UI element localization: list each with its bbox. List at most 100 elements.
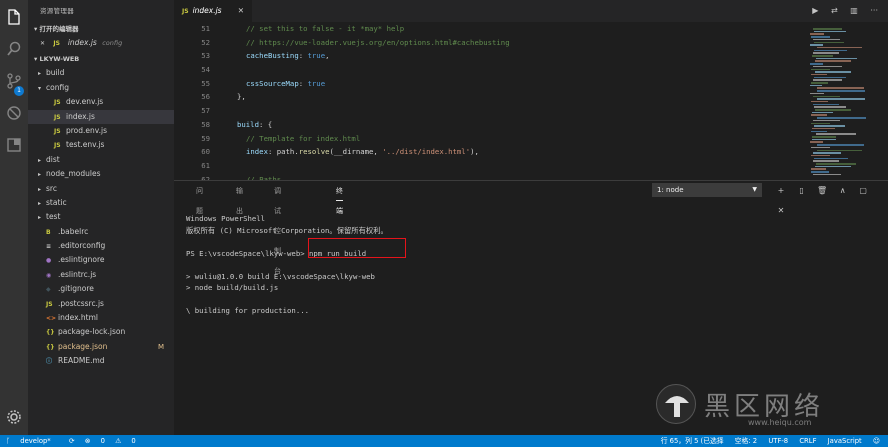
file-name: .babelrc [58,226,89,236]
minimap-line [813,52,839,54]
explorer-icon[interactable] [5,8,23,26]
restore-panel-icon[interactable]: ▢ [854,181,872,201]
minimap-line [816,133,856,135]
cursor-position[interactable]: 行 65，列 5 (已选择 [661,437,724,445]
minimap-line [811,154,830,157]
open-editors-header[interactable]: ▾ 打开的编辑器 [28,22,174,36]
code-token: }, [237,92,246,102]
code-token: index [246,147,268,157]
js-file-icon: JS [54,127,61,135]
code-content[interactable]: // set this to false - it *may* help // h… [228,22,510,180]
file-tree-item[interactable]: JS test.env.js [28,138,174,152]
minimap-line [814,76,846,79]
open-editor-item[interactable]: ✕ JS index.js config [28,36,174,50]
minimap-line [815,165,851,168]
minimap-line [817,117,866,119]
js-file-icon: JS [54,99,61,107]
feedback-icon[interactable]: ☺ [873,437,880,445]
file-tree-item[interactable]: ▸ test [28,210,174,224]
line-number: 57 [201,106,210,116]
extensions-icon[interactable] [5,136,23,154]
new-terminal-icon[interactable]: + [772,181,790,201]
file-tree-item[interactable]: JS prod.env.js [28,124,174,138]
panel-tab[interactable]: 输出 [236,181,243,215]
tab-close-icon[interactable]: ✕ [238,0,244,22]
run-icon[interactable]: ▶ [812,6,818,15]
file-tree-item[interactable]: ▾ config [28,81,174,95]
terminal-output[interactable]: Windows PowerShell 版权所有 (C) Microsoft Cor… [186,213,388,317]
file-tree-item[interactable]: JS dev.env.js [28,95,174,109]
sync-icon[interactable]: ⟳ [69,437,75,445]
split-terminal-icon[interactable]: ▯ [793,181,811,201]
encoding[interactable]: UTF-8 [768,437,788,445]
close-panel-icon[interactable]: ✕ [772,201,790,221]
file-tree-item[interactable]: ▸ static [28,196,174,210]
file-tree-item[interactable]: ▸ src [28,182,174,196]
file-tree-item[interactable]: {} package.json M [28,340,174,354]
chevron-icon: ▸ [38,171,42,179]
terminal-line: \ building for production... [186,306,310,315]
branch-indicator[interactable]: ᚴ develop* [6,437,59,445]
file-tree-item[interactable]: ▸ node_modules [28,167,174,181]
panel-tab[interactable]: 问题 [196,181,203,215]
code-line: index: path.resolve(__dirname, '../dist/… [228,145,510,159]
problems-indicator[interactable]: ⊗ 0 ⚠ 0 [85,437,144,445]
line-number: 62 [201,174,210,180]
source-control-badge: 1 [14,86,24,96]
split-editor-icon[interactable]: ▥ [850,6,858,15]
file-tree-item[interactable]: JS .postcssrc.js [28,297,174,311]
line-ending[interactable]: CRLF [799,437,816,445]
chevron-icon: ▸ [38,214,42,222]
file-tree-item[interactable]: ▸ build [28,66,174,80]
minimap-line [810,63,823,65]
file-tree-item[interactable]: ≡ .editorconfig [28,239,174,253]
minimap-line [812,127,835,130]
minimap-line [815,60,851,62]
maximize-panel-icon[interactable]: ∧ [834,181,852,201]
search-icon[interactable] [5,40,23,58]
code-line: // https://vue-loader.vuejs.org/en/optio… [228,36,510,50]
code-line: build: { [228,118,510,132]
debug-icon[interactable] [5,104,23,122]
minimap-line [817,149,862,151]
file-name: static [46,197,67,207]
line-number: 55 [201,78,210,88]
chevron-icon: ▸ [38,199,42,207]
compare-icon[interactable]: ⇄ [831,6,838,15]
language-mode[interactable]: JavaScript [828,437,862,445]
file-tree-item[interactable]: ● .eslintignore [28,253,174,267]
minimap-line [813,65,842,68]
kill-terminal-icon[interactable]: 🗑 [813,181,831,201]
minimap[interactable] [806,22,888,180]
terminal-line: > node build/build.js [186,283,279,292]
code-editor[interactable]: 51 52 53 54 55 56 57 58 59 60 61 62 // set this to … [174,22,806,180]
minimap-line [813,119,840,122]
file-name: .postcssrc.js [58,298,104,308]
minimap-line [811,36,830,38]
terminal-select[interactable]: 1: node ▼ [652,183,762,197]
file-tree-item[interactable]: JS index.js [28,109,174,124]
code-token: build [237,119,259,129]
eslint-file-icon: ◉ [46,271,52,279]
tab-index-js[interactable]: JS index.js ✕ [174,0,252,22]
more-actions-icon[interactable]: ··· [870,6,878,15]
tab-label: index.js [192,6,222,15]
close-icon[interactable]: ✕ [40,40,45,47]
settings-gear-icon[interactable] [5,408,23,426]
file-name: README.md [58,356,105,366]
panel-tab[interactable]: 终端 [336,181,343,215]
indentation[interactable]: 空格: 2 [735,437,757,445]
project-header[interactable]: ▾ LKYW-WEB [28,52,174,66]
file-tree-item[interactable]: {} package-lock.json [28,325,174,339]
file-tree-item[interactable]: ◆ .gitignore [28,282,174,296]
file-tree-item[interactable]: ◉ .eslintrc.js [28,268,174,282]
panel-tab[interactable]: 调试控制台 [274,181,281,275]
minimap-line [811,122,830,124]
code-line: // Paths [228,173,510,180]
minimap-line [817,144,864,146]
error-icon: ⊗ [84,437,93,445]
file-tree-item[interactable]: <> index.html [28,311,174,325]
file-tree-item[interactable]: ⓘ README.md [28,354,174,368]
file-tree-item[interactable]: B .babelrc [28,225,174,239]
file-tree-item[interactable]: ▸ dist [28,153,174,167]
